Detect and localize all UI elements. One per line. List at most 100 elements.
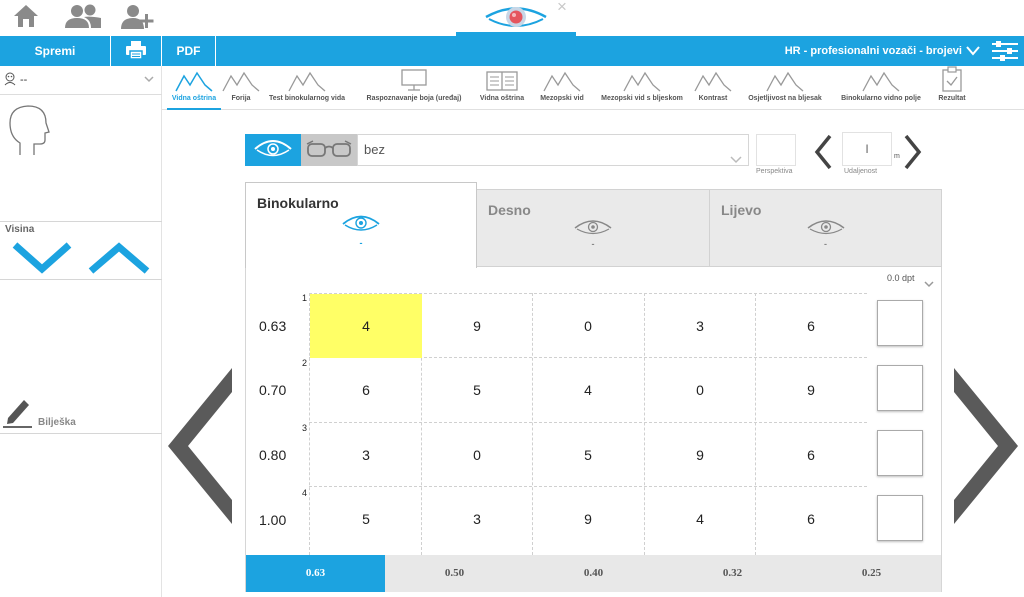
- row-checkbox[interactable]: [877, 365, 923, 411]
- eye-tab-label: Desno: [488, 202, 531, 218]
- chevron-up-icon[interactable]: [88, 241, 150, 280]
- tab-binocular-test[interactable]: Test binokularnog vida: [264, 66, 350, 110]
- glasses-mode-button[interactable]: [301, 134, 357, 166]
- tab-phoria[interactable]: Forija: [220, 66, 262, 110]
- correction-select[interactable]: bez: [357, 134, 749, 166]
- acuity-option[interactable]: 0.32: [663, 555, 802, 592]
- optotype-cell[interactable]: 0: [421, 423, 533, 487]
- patients-icon[interactable]: [64, 3, 102, 34]
- acuity-option[interactable]: 0.25: [802, 555, 941, 592]
- eye-mode-button[interactable]: [245, 134, 301, 166]
- mountains-icon: [222, 66, 260, 92]
- app-header: ×: [0, 0, 1024, 36]
- tab-visual-acuity-chart[interactable]: Vidna oštrina: [474, 66, 530, 110]
- sidebar: -- Visina Bilješka: [0, 66, 162, 597]
- next-arrow-icon[interactable]: [952, 366, 1020, 531]
- chevron-left-icon[interactable]: [813, 134, 833, 175]
- mode-toggle: [245, 134, 357, 166]
- mountains-icon: [766, 66, 804, 92]
- optotype-cell[interactable]: 3: [421, 487, 533, 551]
- person-icon: [4, 72, 16, 89]
- optotype-cell[interactable]: 3: [310, 423, 422, 487]
- mountains-icon: [862, 66, 900, 92]
- optotype-cell[interactable]: 5: [532, 423, 644, 487]
- tab-contrast[interactable]: Kontrast: [692, 66, 734, 110]
- tab-left-eye[interactable]: Lijevo -: [709, 189, 942, 267]
- chevron-right-icon[interactable]: [903, 134, 923, 175]
- optotype-cell[interactable]: 4: [532, 358, 644, 422]
- optotype-cell[interactable]: 6: [755, 423, 867, 487]
- tab-label: Kontrast: [698, 95, 728, 102]
- tab-binocular-field[interactable]: Binokularno vidno polje: [836, 66, 926, 110]
- print-button[interactable]: [111, 36, 162, 66]
- sidebar-divider: [0, 221, 162, 222]
- save-button[interactable]: Spremi: [0, 36, 111, 66]
- chevron-down-icon: [144, 74, 154, 86]
- tab-visual-acuity[interactable]: Vidna oštrina: [167, 66, 221, 110]
- optotype-cell[interactable]: 9: [532, 487, 644, 551]
- eye-tab-label: Binokularno: [257, 195, 339, 211]
- glasses-icon: [305, 137, 353, 164]
- row-checkbox[interactable]: [877, 495, 923, 541]
- optotype-cell[interactable]: 9: [755, 358, 867, 422]
- clipboard-icon: [941, 66, 963, 92]
- tab-result[interactable]: Rezultat: [932, 66, 972, 110]
- tab-label: Vidna oštrina: [479, 95, 525, 102]
- mountains-icon: [694, 66, 732, 92]
- optotype-cell[interactable]: 5: [310, 487, 422, 551]
- optotype-cell[interactable]: 6: [755, 294, 867, 358]
- row-index: 4: [302, 488, 308, 498]
- row-checkbox[interactable]: [877, 430, 923, 476]
- add-patient-icon[interactable]: [120, 3, 156, 36]
- chevron-down-icon[interactable]: [924, 275, 934, 293]
- tab-binocular[interactable]: Binokularno -: [245, 182, 477, 268]
- test-title: HR - profesionalni vozači - brojevi: [784, 45, 962, 57]
- optotype-cell[interactable]: 6: [755, 487, 867, 551]
- optotype-cell[interactable]: 3: [644, 294, 756, 358]
- optotype-cell[interactable]: 9: [421, 294, 533, 358]
- tab-label: Vidna oštrina: [171, 95, 217, 102]
- optotype-cell[interactable]: 0: [532, 294, 644, 358]
- mountains-icon: [288, 66, 326, 92]
- eye-tab-label: Lijevo: [721, 202, 762, 218]
- optotype-cell[interactable]: 4: [310, 294, 422, 358]
- row-acuity: 0.70: [259, 382, 287, 398]
- row-acuity: 1.00: [259, 512, 287, 528]
- acuity-option[interactable]: 0.40: [524, 555, 663, 592]
- distance-value: I: [865, 142, 869, 156]
- optotype-cell[interactable]: 0: [644, 358, 756, 422]
- tab-right-eye[interactable]: Desno -: [476, 189, 710, 267]
- tab-label: Rezultat: [938, 95, 966, 102]
- book-icon: [486, 66, 518, 92]
- diopter-value[interactable]: 0.0 dpt: [887, 273, 915, 283]
- close-icon[interactable]: ×: [557, 0, 567, 17]
- optotype-cell[interactable]: 9: [644, 423, 756, 487]
- height-label: Visina: [5, 224, 35, 235]
- eye-icon: [253, 137, 293, 164]
- head-profile-icon: [6, 103, 52, 162]
- tab-color-recognition[interactable]: Raspoznavanje boja (uređaj): [358, 66, 470, 110]
- home-icon[interactable]: [12, 3, 40, 34]
- perspective-toggle[interactable]: [756, 134, 796, 166]
- chevron-down-icon[interactable]: [966, 44, 980, 62]
- tab-mesopic-glare[interactable]: Mezopski vid s bljeskom: [596, 66, 688, 110]
- row-index: 1: [302, 293, 308, 303]
- note-label[interactable]: Bilješka: [38, 417, 76, 428]
- tab-mesopic-vision[interactable]: Mezopski vid: [534, 66, 590, 110]
- person-select[interactable]: --: [0, 66, 162, 95]
- settings-sliders-icon[interactable]: [992, 41, 1018, 66]
- pdf-button[interactable]: PDF: [162, 36, 216, 66]
- optotype-cell[interactable]: 4: [644, 487, 756, 551]
- mountains-icon: [623, 66, 661, 92]
- previous-arrow-icon[interactable]: [166, 366, 234, 531]
- chevron-down-icon: [730, 145, 742, 175]
- acuity-option[interactable]: 0.50: [385, 555, 524, 592]
- chevron-down-icon[interactable]: [12, 241, 72, 280]
- acuity-option[interactable]: 0.63: [246, 555, 385, 592]
- tab-glare-sensitivity[interactable]: Osjetljivost na bljesak: [740, 66, 830, 110]
- pencil-icon[interactable]: [2, 394, 34, 433]
- mountains-icon: [175, 66, 213, 92]
- optotype-cell[interactable]: 6: [310, 358, 422, 422]
- row-checkbox[interactable]: [877, 300, 923, 346]
- optotype-cell[interactable]: 5: [421, 358, 533, 422]
